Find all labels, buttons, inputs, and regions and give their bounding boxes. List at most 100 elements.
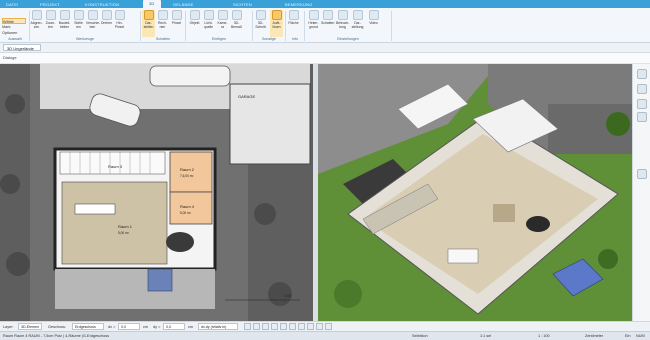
ribbon-button-21[interactable]: Video [367,10,380,37]
garage-label: GARAGE [238,94,256,99]
ribbon-button-icon [101,10,112,20]
status-scale: 1 : 100 [538,334,550,338]
ribbon-button-label: 3D- Schnitt [255,21,266,29]
ribbon-button-9[interactable]: Pinsel [170,10,183,37]
3d-view-panel[interactable] [318,64,632,321]
floor-dropdown[interactable]: Erdgeschoss [72,323,104,330]
ribbon-button-7[interactable]: Dar- stellen [142,10,155,37]
dy-unit: cm [188,325,194,329]
dialog-label: Dialoge [3,55,17,60]
ribbon-button-label: Zoom- ten [45,21,56,29]
zoom-icon[interactable] [298,323,305,330]
view-bar: 3D Ungerlände [0,43,650,53]
ribbon-button-5[interactable]: Drehen [100,10,113,37]
ribbon-button-16[interactable]: Fläche [287,10,300,37]
ribbon-button-12[interactable]: Kame- ra [216,10,229,37]
grid-icon[interactable] [253,323,260,330]
ribbon-button-4[interactable]: Verschie- ben [86,10,101,37]
ribbon-button-label: Aufk- lösen [272,21,281,29]
walk-icon[interactable] [637,112,647,122]
ribbon-separator [285,11,286,41]
snap-icon[interactable] [244,323,251,330]
ribbon-button-icon [308,10,319,20]
ribbon-button-icon [73,10,84,20]
ribbon-button-1[interactable]: Zoom- ten [44,10,57,37]
ribbon-button-icon [352,10,363,20]
ribbon-button-icon [114,10,125,20]
status-num: NUM [636,334,645,338]
room-area-1: 5,00 m² [118,231,129,235]
tab-datei[interactable]: DATEI [6,1,18,8]
dialog-bar: Dialoge [0,53,650,64]
ribbon-button-icon [368,10,379,20]
tab-3d[interactable]: 3D [143,0,161,8]
floor-plan-panel[interactable]: GARAGE Raum 2 7,6,00 m² Raum 3 Raum 4 5,… [0,64,313,321]
redo-icon[interactable] [325,323,332,330]
measure-icon[interactable] [289,323,296,330]
ribbon-button-6[interactable]: Hin- Pinsel [113,10,126,37]
ribbon-button-label: Hin- Pinsel [114,21,125,29]
ribbon-separator [304,11,305,41]
layers-icon[interactable] [637,84,647,94]
tab-projekt[interactable]: PROJEKT [40,1,60,8]
ribbon-separator [29,11,30,41]
ribbon-tab-bar: DATEI PROJEKT KONSTRUKTION 3D GELÄNDE SI… [0,0,650,8]
ribbon-button-10[interactable]: Objekt [188,10,201,37]
floor-label: Geschoss: [48,325,66,329]
ribbon-button-label: Verschie- ben [86,21,101,29]
ribbon-button-icon [231,10,242,20]
tab-bemerkung[interactable]: BEMERKUNG [285,1,313,8]
ortho-icon[interactable] [262,323,269,330]
ribbon-button-label: Rech- nen [157,21,168,29]
pan-icon[interactable] [307,323,314,330]
tab-gelaende[interactable]: GELÄNDE [173,1,194,8]
ribbon-button-icon [157,10,168,20]
ribbon-button-icon [171,10,182,20]
tab-konstruktion[interactable]: KONSTRUKTION [85,1,119,8]
ribbon-button-15[interactable]: Aufk- lösen [270,10,283,37]
person-icon[interactable] [637,99,647,109]
group-label-sonstige: Sonstige [262,37,276,41]
ribbon-button-0[interactable]: Abgren- zen [30,10,43,37]
ribbon-button-icon [31,10,42,20]
ribbon-button-3[interactable]: Stelle ren [72,10,85,37]
side-toolbar [632,64,650,321]
ribbon-button-icon [45,10,56,20]
ribbon-button-20[interactable]: Dar- stellung [351,10,364,37]
room-label-1: Raum 1 [118,224,133,229]
ribbon-button-label: Pinsel [171,21,182,25]
status-units: Zentimeter [585,334,604,338]
dx-label: dx = [108,325,116,329]
tab-sichten[interactable]: SICHTEN [233,1,252,8]
ribbon-button-2[interactable]: Bauteil- beiten [58,10,71,37]
view-dropdown[interactable]: 3D Ungerlände [3,44,41,51]
magnet-icon[interactable] [280,323,287,330]
ribbon-button-label: Dar- stellung [351,21,364,29]
ribbon-button-8[interactable]: Rech- nen [156,10,169,37]
ribbon-button-18[interactable]: Schatten [321,10,334,37]
relative-mode-dropdown[interactable]: dx,dy (relativ in) [198,323,238,330]
status-mode: Ein [625,334,631,338]
undo-icon[interactable] [316,323,323,330]
angle-icon[interactable] [271,323,278,330]
ribbon-button-label: Abgren- zen [30,21,43,29]
ribbon-button-11[interactable]: Licht- quelle [202,10,215,37]
ribbon-separator [185,11,186,41]
ribbon-button-14[interactable]: 3D- Schnitt [254,10,267,37]
menu-icon[interactable] [637,169,647,179]
ribbon-button-17[interactable]: Hinter- grund [307,10,320,37]
group-label-einstellungen: Einstellungen [337,37,359,41]
options-button[interactable]: Optionen [2,30,26,36]
dy-input[interactable]: 0,0 [163,323,185,330]
ribbon-button-13[interactable]: 3D- Bemaß [230,10,243,37]
group-label-auswahl: Auswahl [8,37,22,41]
room-area-4: 5,00 m² [180,211,191,215]
ribbon-button-19[interactable]: Beleuch- tung [336,10,349,37]
layer-dropdown[interactable]: 3D-Elemen [18,323,42,330]
house-view-icon[interactable] [637,69,647,79]
ribbon-button-label: Drehen [100,21,113,25]
dx-input[interactable]: 0,0 [118,323,140,330]
ribbon-button-label: Schatten [321,21,335,25]
ribbon-button-label: Licht- quelle [203,21,214,29]
ribbon-button-label: Bauteil- beiten [58,21,71,29]
